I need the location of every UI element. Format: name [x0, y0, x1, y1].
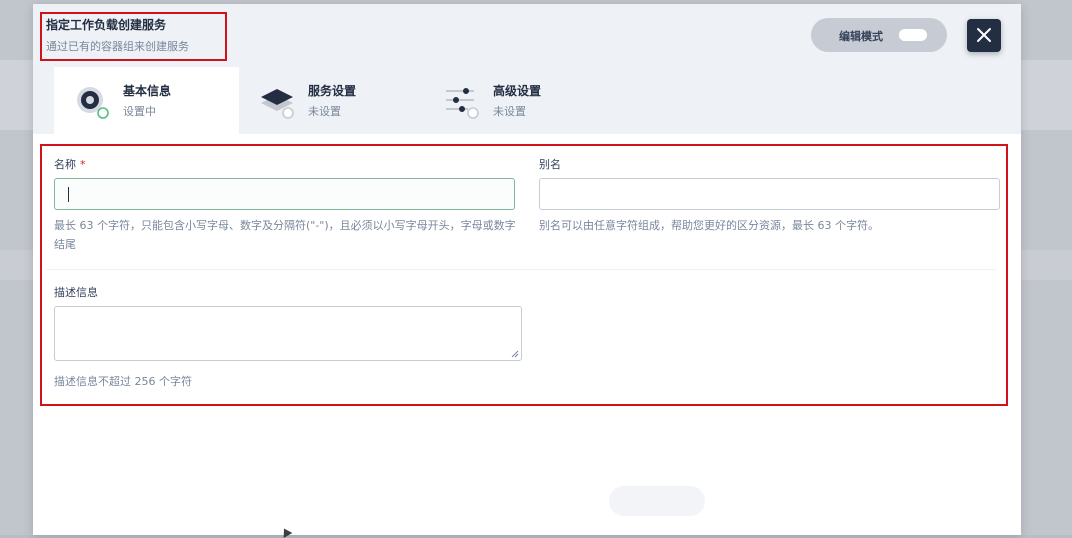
sliders-icon — [446, 88, 479, 119]
step-status: 未设置 — [308, 105, 341, 118]
step-service-settings[interactable]: 服务设置 未设置 — [239, 67, 424, 134]
layers-icon — [261, 89, 294, 119]
modal-subtitle: 通过已有的容器组来创建服务 — [46, 40, 189, 53]
name-label-text: 名称 — [54, 158, 76, 171]
step-basic-info[interactable]: 基本信息 设置中 — [54, 67, 239, 134]
edit-mode-switch[interactable] — [899, 29, 927, 41]
step-title: 高级设置 — [493, 84, 542, 98]
step-advanced-settings[interactable]: 高级设置 未设置 — [424, 67, 609, 134]
name-hint: 最长 63 个字符，只能包含小写字母、数字及分隔符("-")，且必须以小写字母开… — [54, 219, 516, 251]
required-mark: * — [80, 158, 86, 171]
step-title: 基本信息 — [123, 84, 172, 98]
description-hint: 描述信息不超过 256 个字符 — [54, 375, 192, 388]
create-service-modal: 指定工作负载创建服务 通过已有的容器组来创建服务 编辑模式 基本信息 设置中 服… — [33, 4, 1021, 535]
resize-grip-icon[interactable] — [511, 350, 519, 358]
step-status: 未设置 — [493, 105, 526, 118]
name-label: 名称 * — [54, 156, 86, 172]
edit-mode-toggle[interactable]: 编辑模式 — [811, 18, 947, 52]
modal-title: 指定工作负载创建服务 — [46, 18, 167, 32]
form-divider — [46, 269, 996, 270]
close-button[interactable] — [967, 19, 1001, 52]
description-textarea[interactable] — [54, 306, 522, 361]
text-caret — [68, 187, 69, 202]
alias-hint: 别名可以由任意字符组成，帮助您更好的区分资源，最长 63 个字符。 — [539, 219, 879, 232]
step-status: 设置中 — [123, 105, 156, 118]
modal-header: 指定工作负载创建服务 通过已有的容器组来创建服务 编辑模式 — [33, 4, 1021, 67]
background-ghost-button — [609, 486, 705, 516]
target-icon — [77, 87, 109, 119]
step-title: 服务设置 — [308, 84, 357, 98]
switch-knob — [899, 29, 911, 41]
step-tabs: 基本信息 设置中 服务设置 未设置 高级设置 未设置 — [33, 67, 1021, 134]
alias-label: 别名 — [539, 158, 561, 171]
alias-input[interactable] — [539, 178, 1000, 210]
edit-mode-label: 编辑模式 — [839, 30, 883, 43]
name-input[interactable] — [54, 178, 515, 210]
close-icon — [977, 28, 991, 42]
description-label: 描述信息 — [54, 286, 98, 299]
